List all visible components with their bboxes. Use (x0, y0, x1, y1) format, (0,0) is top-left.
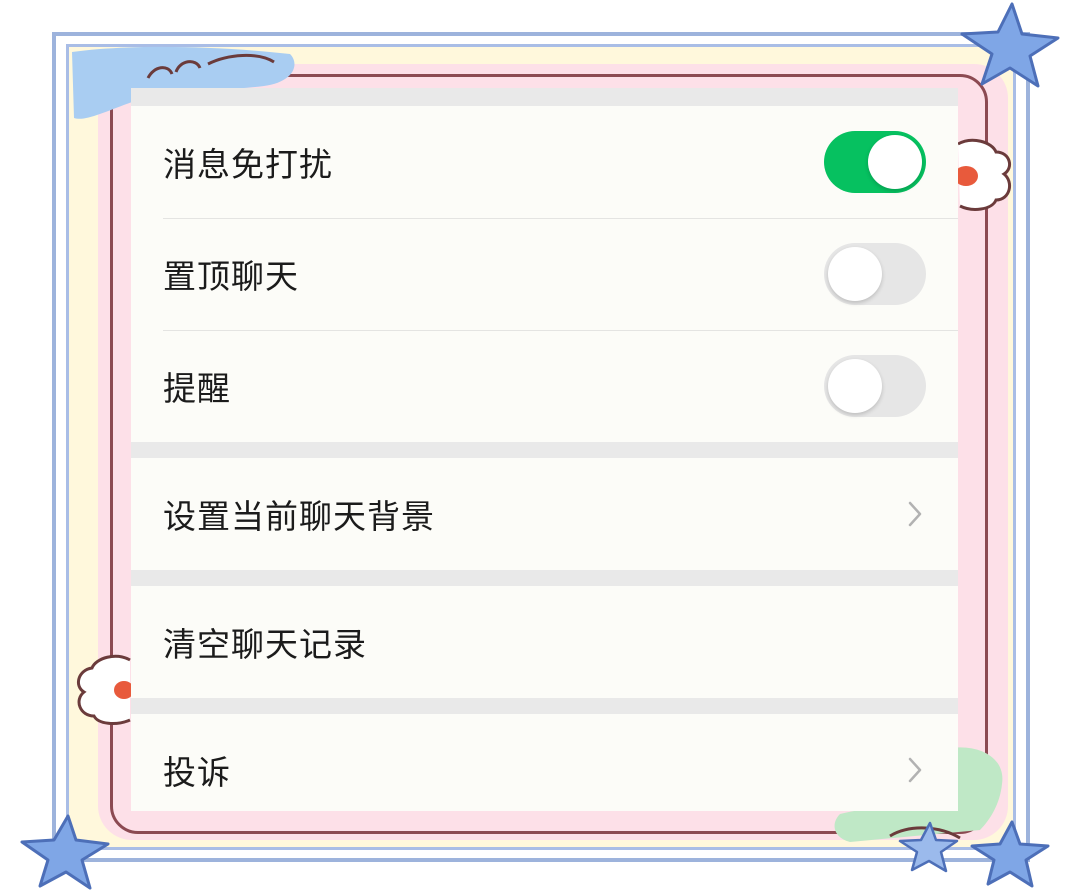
setting-row-pin[interactable]: 置顶聊天 (131, 218, 958, 330)
setting-label: 置顶聊天 (163, 257, 299, 296)
report-group: 投诉 (131, 714, 958, 811)
setting-row-report[interactable]: 投诉 (131, 714, 958, 811)
setting-row-chat-background[interactable]: 设置当前聊天背景 (131, 458, 958, 570)
setting-label: 提醒 (163, 369, 231, 408)
setting-label: 投诉 (163, 753, 231, 792)
star-icon-top-right (960, 2, 1060, 88)
setting-label: 消息免打扰 (163, 145, 333, 184)
cloud-left-decoration (76, 654, 134, 725)
setting-row-remind[interactable]: 提醒 (131, 330, 958, 442)
toggle-knob (828, 359, 882, 413)
star-icon-bottom-right-small (898, 821, 959, 873)
chat-settings-panel: 消息免打扰 置顶聊天 提醒 设置当前聊天背景 清空聊天记录 投诉 (131, 88, 958, 811)
background-settings-group: 设置当前聊天背景 (131, 458, 958, 570)
reminder-toggle[interactable] (824, 355, 926, 417)
star-icon-bottom-right (970, 820, 1050, 888)
mute-notifications-toggle[interactable] (824, 131, 926, 193)
toggle-knob (868, 135, 922, 189)
setting-label: 清空聊天记录 (163, 625, 367, 664)
pin-chat-toggle[interactable] (824, 243, 926, 305)
setting-row-mute[interactable]: 消息免打扰 (131, 106, 958, 218)
chevron-right-icon (908, 501, 922, 527)
clear-history-group: 清空聊天记录 (131, 586, 958, 698)
toggle-knob (828, 247, 882, 301)
star-icon-bottom-left (20, 814, 110, 890)
setting-label: 设置当前聊天背景 (163, 497, 435, 536)
chevron-right-icon (908, 757, 922, 783)
setting-row-clear-history[interactable]: 清空聊天记录 (131, 586, 958, 698)
cloud-right-decoration (954, 138, 1012, 211)
toggle-settings-group: 消息免打扰 置顶聊天 提醒 (131, 106, 958, 442)
